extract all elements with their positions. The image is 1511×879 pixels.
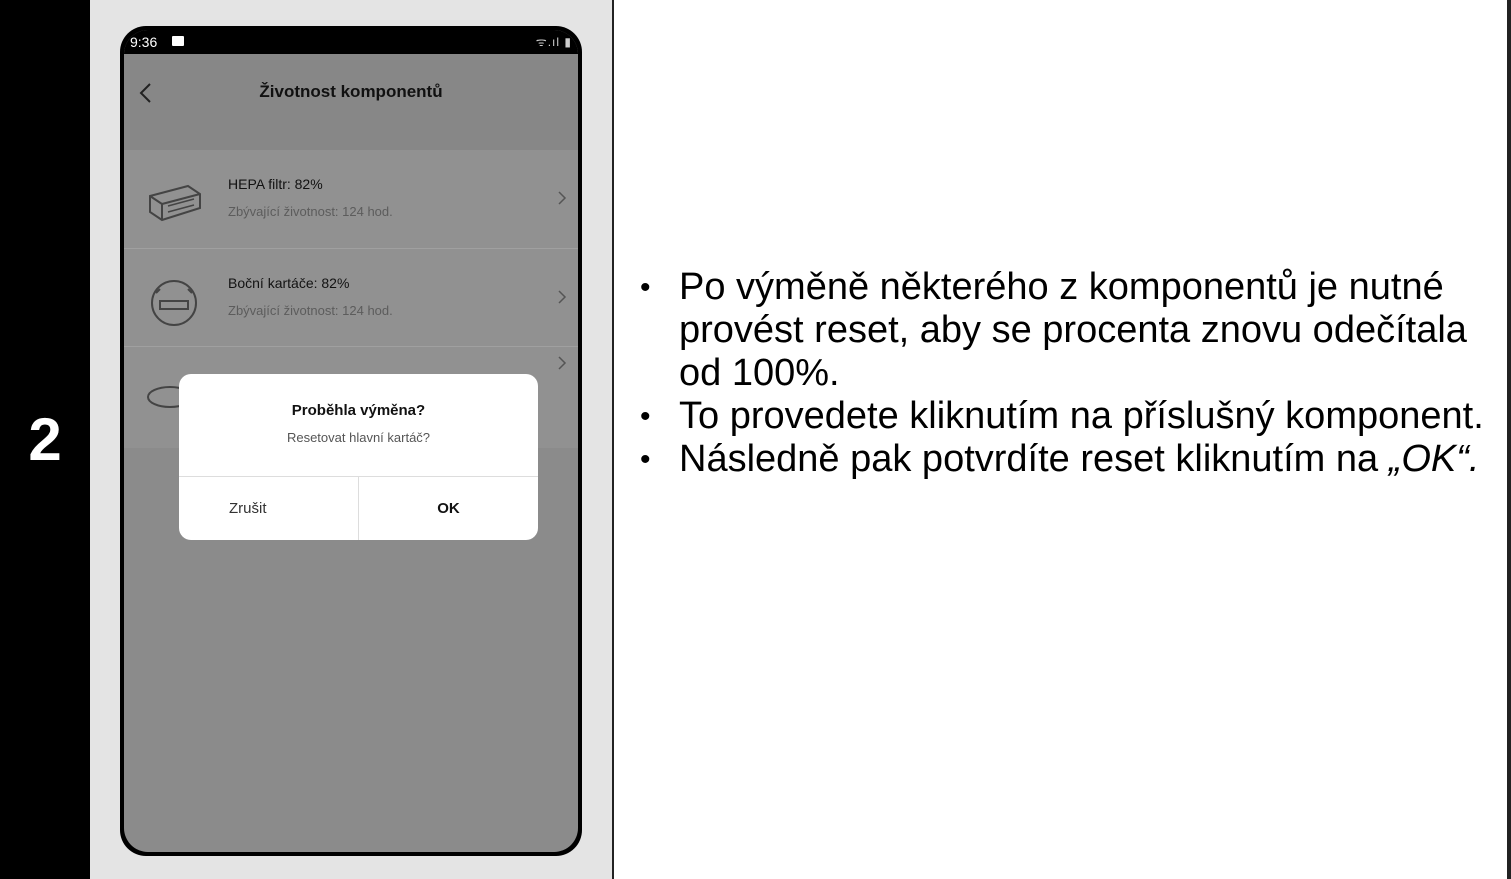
component-remaining: Zbývající životnost: 124 hod. [228, 204, 393, 219]
cancel-button[interactable]: Zrušit [179, 477, 358, 540]
instruction-item: • Následně pak potvrdíte reset kliknutím… [640, 438, 1506, 481]
dialog-message: Resetovat hlavní kartáč? [286, 430, 431, 445]
instruction-text: To provedete kliknutím na příslušný komp… [679, 395, 1484, 437]
instruction-list: • Po výměně některého z komponentů je nu… [640, 266, 1506, 481]
chevron-right-icon [558, 290, 567, 304]
phone-frame: 9:36 ᯤ.ıl ▮ Životnost komponentů HEPA fi… [120, 26, 582, 856]
bullet: • [640, 443, 651, 476]
phone-screen: 9:36 ᯤ.ıl ▮ Životnost komponentů HEPA fi… [124, 30, 578, 852]
dialog-title: Proběhla výměna? [291, 402, 426, 419]
list-item-hepa-filter[interactable]: HEPA filtr: 82% Zbývající životnost: 124… [124, 150, 578, 248]
chevron-right-icon [558, 356, 567, 370]
component-remaining: Zbývající životnost: 124 hod. [228, 303, 393, 318]
list-item-side-brushes[interactable]: Boční kartáče: 82% Zbývající životnost: … [124, 248, 578, 347]
bullet: • [640, 400, 651, 433]
chevron-right-icon [558, 191, 567, 205]
page-title: Životnost komponentů [259, 82, 443, 101]
component-title: Boční kartáče: 82% [228, 275, 350, 291]
app-bar: Životnost komponentů [124, 54, 578, 150]
status-time: 9:36 [130, 34, 158, 50]
bullet: • [640, 271, 651, 304]
instruction-item: • Po výměně některého z komponentů je nu… [640, 266, 1506, 395]
gallery-icon [172, 36, 184, 46]
status-bar: 9:36 ᯤ.ıl ▮ [124, 30, 578, 54]
ok-reference: „OK“. [1388, 438, 1480, 480]
step-column: 2 [0, 0, 90, 879]
hepa-filter-icon [149, 184, 201, 222]
component-title: HEPA filtr: 82% [228, 176, 323, 192]
step-number: 2 [28, 406, 62, 473]
ok-button[interactable]: OK [359, 477, 538, 540]
signal-battery-icon: ᯤ.ıl ▮ [535, 35, 572, 49]
instruction-item: • To provedete kliknutím na příslušný ko… [640, 395, 1506, 438]
frame-border-right [1507, 0, 1511, 879]
instruction-text: Následně pak potvrdíte reset kliknutím n… [679, 438, 1379, 480]
side-brush-icon [151, 280, 197, 326]
reset-dialog: Proběhla výměna? Resetovat hlavní kartáč… [179, 374, 538, 540]
instruction-text: Po výměně některého z komponentů je nutn… [679, 266, 1467, 394]
